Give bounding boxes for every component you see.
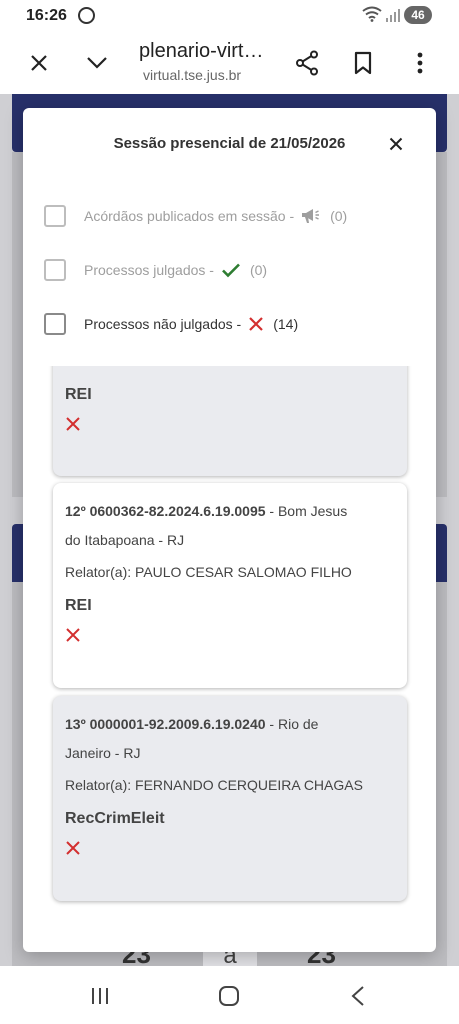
case-number: 13º 0000001-92.2009.6.19.0240 xyxy=(65,716,266,732)
case-class: RecCrimEleit xyxy=(65,810,165,827)
close-tab-button[interactable] xyxy=(24,48,54,78)
cross-icon xyxy=(248,316,264,332)
megaphone-icon xyxy=(301,208,321,224)
more-vert-icon xyxy=(417,52,423,74)
case-class: REI xyxy=(65,597,92,614)
cross-icon xyxy=(66,628,80,642)
battery-badge: 46 xyxy=(404,6,432,24)
case-relator: Relator(a): FERNANDO CERQUEIRA CHAGAS xyxy=(65,777,363,793)
case-location-cont: Janeiro - RJ xyxy=(65,745,141,761)
browser-toolbar: plenario-virt… virtual.tse.jus.br xyxy=(0,32,459,94)
case-status xyxy=(65,840,395,860)
filter-nao-julgados: Processos não julgados - (14) xyxy=(44,312,298,336)
filter-nao-julgados-count: (14) xyxy=(273,316,299,332)
filter-acordaos-label: Acórdãos publicados em sessão - xyxy=(84,208,295,224)
cross-icon xyxy=(66,841,80,855)
case-header: 12º 0600362-82.2024.6.19.0095 - Bom Jesu… xyxy=(65,497,395,526)
bookmark-button[interactable] xyxy=(348,48,378,78)
share-icon xyxy=(296,50,318,76)
chevron-down-icon xyxy=(87,57,107,69)
filter-julgados-label: Processos julgados - xyxy=(84,262,214,278)
case-status xyxy=(65,416,395,436)
whatsapp-icon xyxy=(78,7,95,24)
filter-julgados-checkbox[interactable] xyxy=(44,259,66,281)
page-url[interactable]: virtual.tse.jus.br xyxy=(143,67,241,83)
filter-acordaos-checkbox[interactable] xyxy=(44,205,66,227)
wifi-icon xyxy=(362,6,382,22)
minimize-button[interactable] xyxy=(82,48,112,78)
close-icon xyxy=(389,137,403,151)
case-header: 13º 0000001-92.2009.6.19.0240 - Rio de xyxy=(65,710,395,739)
signal-icon xyxy=(386,9,400,22)
cross-icon xyxy=(66,417,80,431)
filter-julgados-count: (0) xyxy=(249,262,268,278)
more-options-button[interactable] xyxy=(405,48,435,78)
case-card[interactable]: 12º 0600362-82.2024.6.19.0095 - Bom Jesu… xyxy=(53,483,407,688)
case-list[interactable]: REI 12º 0600362-82.2024.6.19.0095 - Bom … xyxy=(23,366,436,952)
filter-nao-julgados-label: Processos não julgados - xyxy=(84,316,242,332)
home-icon[interactable] xyxy=(218,985,240,1007)
filter-acordaos: Acórdãos publicados em sessão - (0) xyxy=(44,204,347,228)
status-bar: 16:26 46 xyxy=(0,0,459,32)
status-time: 16:26 xyxy=(26,7,67,24)
case-location: - Rio de xyxy=(265,716,319,732)
case-card[interactable]: REI xyxy=(53,366,407,476)
modal-close-button[interactable] xyxy=(385,133,407,155)
bookmark-icon xyxy=(354,51,372,75)
system-nav-bar xyxy=(0,966,459,1024)
modal-title: Sessão presencial de 21/05/2026 xyxy=(113,135,346,152)
recents-icon[interactable] xyxy=(90,986,110,1006)
checkmark-icon xyxy=(221,262,241,278)
close-icon xyxy=(31,55,47,71)
case-class: REI xyxy=(65,386,92,403)
share-button[interactable] xyxy=(292,48,322,78)
case-location: - Bom Jesus xyxy=(265,503,348,519)
filter-julgados: Processos julgados - (0) xyxy=(44,258,267,282)
case-status xyxy=(65,627,395,647)
filter-nao-julgados-checkbox[interactable] xyxy=(44,313,66,335)
case-number: 12º 0600362-82.2024.6.19.0095 xyxy=(65,503,266,519)
filter-acordaos-count: (0) xyxy=(330,208,348,224)
case-relator: Relator(a): PAULO CESAR SALOMAO FILHO xyxy=(65,564,352,580)
session-modal: Sessão presencial de 21/05/2026 Acórdãos… xyxy=(23,108,436,952)
page-title: plenario-virt… xyxy=(139,40,264,62)
case-location-cont: do Itabapoana - RJ xyxy=(65,532,185,548)
back-icon[interactable] xyxy=(350,985,366,1007)
case-card[interactable]: 13º 0000001-92.2009.6.19.0240 - Rio de J… xyxy=(53,696,407,901)
